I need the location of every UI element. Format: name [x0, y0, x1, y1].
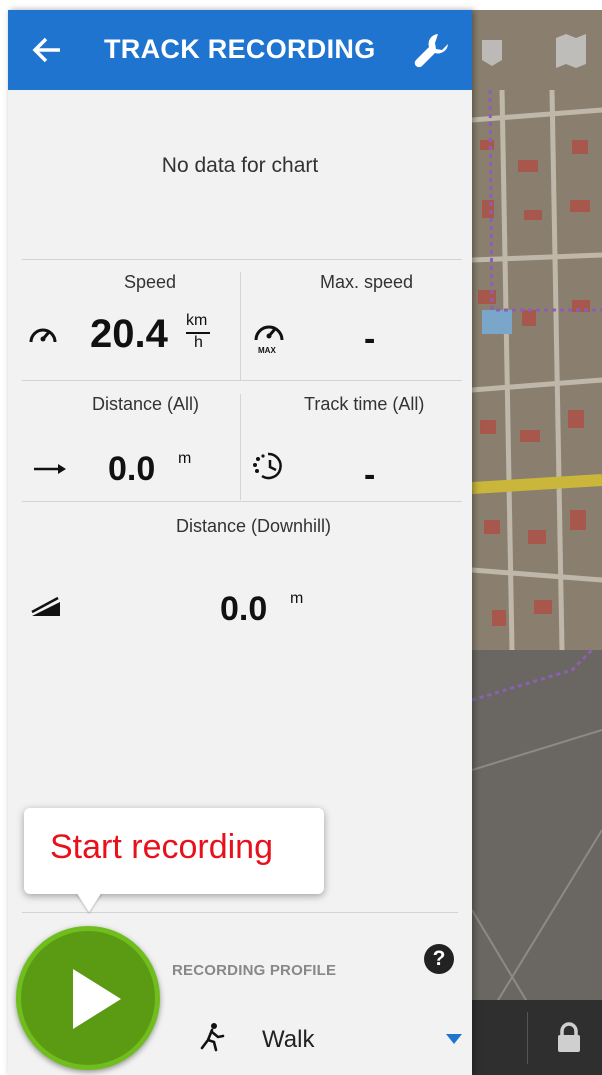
distance-all-label: Distance (All)	[92, 394, 200, 414]
divider	[240, 394, 241, 500]
divider	[240, 272, 241, 380]
distance-all-value: 0.0	[108, 450, 156, 488]
timer-icon	[253, 452, 282, 480]
start-recording-button[interactable]	[16, 926, 160, 1070]
distance-downhill-value: 0.0	[220, 590, 268, 628]
distance-downhill-label: Distance (Downhill)	[176, 516, 332, 536]
divider	[22, 501, 462, 502]
dropdown-arrow-icon[interactable]	[446, 1034, 462, 1044]
divider	[22, 380, 462, 381]
help-icon[interactable]: ?	[424, 944, 454, 974]
map-background[interactable]	[472, 10, 602, 1075]
map-icon[interactable]	[552, 32, 592, 72]
speed-unit-km: km	[186, 312, 208, 329]
distance-all-unit: m	[178, 450, 192, 467]
arrow-left-icon[interactable]	[30, 32, 66, 68]
distance-downhill-unit: m	[290, 590, 304, 607]
track-recording-panel: TRACK RECORDING No data for chart Speed …	[8, 10, 472, 1075]
max-speed-value: -	[364, 320, 376, 358]
walk-icon	[200, 1023, 225, 1052]
screen: TRACK RECORDING No data for chart Speed …	[0, 0, 602, 1075]
speedometer-icon	[29, 328, 57, 343]
arrow-right-icon	[34, 464, 66, 474]
map-streets	[472, 10, 602, 1011]
app-bar: TRACK RECORDING	[8, 10, 472, 90]
recording-profile-value: Walk	[262, 1026, 315, 1053]
divider	[22, 912, 458, 913]
page-title: TRACK RECORDING	[104, 34, 376, 64]
speed-value: 20.4	[90, 312, 168, 356]
wrench-icon[interactable]	[412, 30, 452, 70]
start-recording-tooltip: Start recording	[24, 808, 324, 912]
lock-icon[interactable]	[556, 1022, 582, 1054]
recording-profile-label: RECORDING PROFILE	[172, 962, 337, 979]
divider	[527, 1012, 528, 1064]
tooltip-text: Start recording	[50, 828, 273, 866]
play-icon	[73, 969, 121, 1029]
speed-label: Speed	[124, 272, 177, 292]
tooltip-tail	[76, 892, 102, 912]
map-top-toolbar	[472, 10, 602, 90]
track-time-value: -	[364, 456, 376, 494]
max-icon-caption: MAX	[258, 346, 276, 355]
map-bottom-bar	[472, 1000, 602, 1075]
max-speed-label: Max. speed	[320, 272, 414, 292]
track-time-label: Track time (All)	[304, 394, 425, 414]
divider	[22, 259, 462, 260]
downhill-icon	[31, 596, 60, 616]
chart-empty-message: No data for chart	[161, 154, 319, 177]
speed-unit-h: h	[194, 334, 203, 351]
